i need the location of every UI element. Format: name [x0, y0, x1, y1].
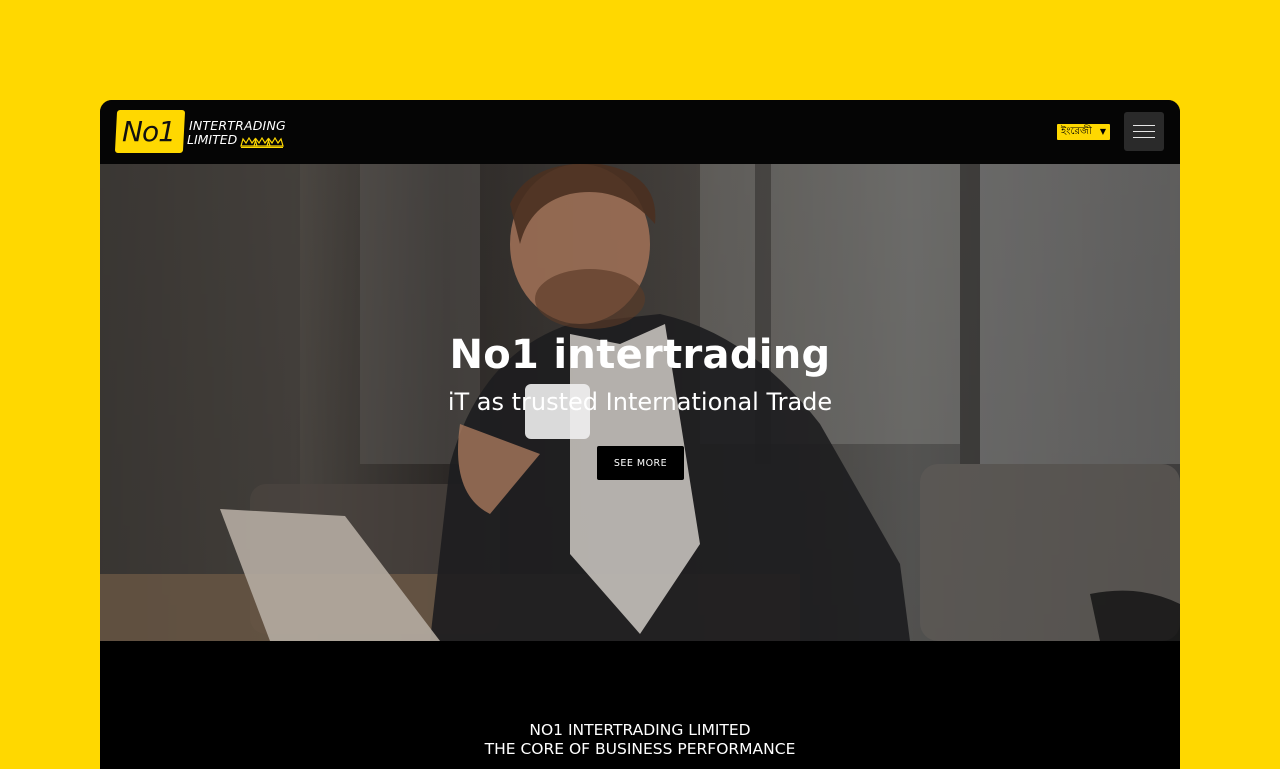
crown-icon: [240, 136, 284, 148]
browser-frame: No1 INTERTRADING LIMITED ইংরেজী ▼ No1 in…: [100, 100, 1180, 769]
logo-name-line1: INTERTRADING: [189, 118, 286, 133]
intro-company-name: NO1 INTERTRADING LIMITED: [529, 721, 751, 739]
navbar: No1 INTERTRADING LIMITED ইংরেজী ▼: [100, 100, 1180, 164]
chevron-down-icon: ▼: [1099, 127, 1106, 136]
language-select[interactable]: ইংরেজী ▼: [1057, 124, 1110, 140]
site-logo[interactable]: No1 INTERTRADING LIMITED: [114, 110, 286, 154]
hamburger-menu-icon: [1133, 131, 1155, 132]
intro-section: NO1 INTERTRADING LIMITED THE CORE OF BUS…: [100, 641, 1180, 769]
logo-name-line2: LIMITED: [187, 132, 238, 147]
hero-title: No1 intertrading: [449, 332, 831, 378]
intro-tagline: THE CORE OF BUSINESS PERFORMANCE: [484, 740, 796, 758]
intro-heading: NO1 INTERTRADING LIMITED THE CORE OF BUS…: [100, 721, 1180, 759]
see-more-button[interactable]: SEE MORE: [597, 446, 684, 480]
hamburger-menu-icon: [1133, 125, 1155, 126]
hamburger-menu-icon: [1133, 137, 1155, 138]
hero-subtitle: iT as trusted International Trade: [447, 388, 833, 416]
logo-mark: No1: [122, 115, 176, 148]
language-selected-value: ইংরেজী: [1061, 126, 1092, 137]
menu-toggle-button[interactable]: [1124, 112, 1164, 151]
hero-banner: No1 intertrading iT as trusted Internati…: [100, 164, 1180, 641]
